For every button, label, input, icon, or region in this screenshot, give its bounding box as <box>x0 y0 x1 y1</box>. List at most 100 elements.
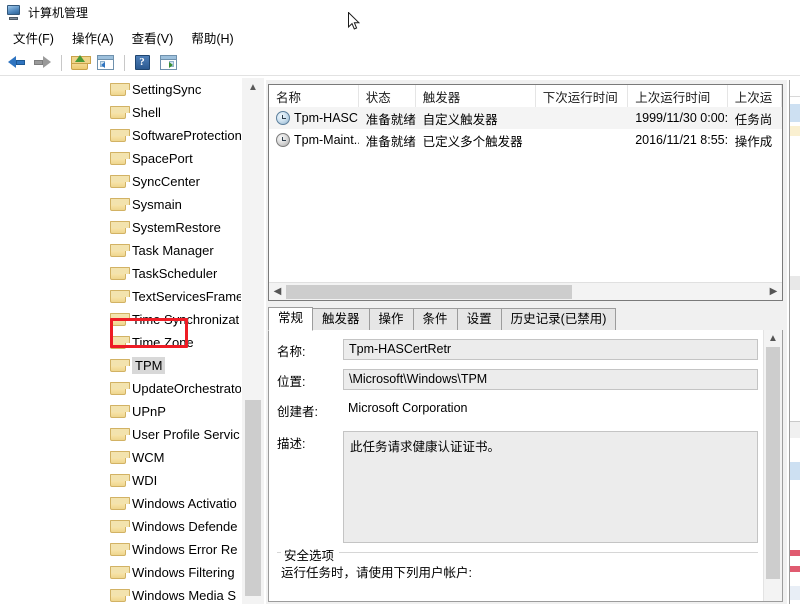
tree-item-label: Windows Activatio <box>132 496 237 511</box>
tab-5[interactable]: 历史记录(已禁用) <box>500 308 617 330</box>
forward-button[interactable] <box>30 52 54 74</box>
tree-item-settingsync[interactable]: SettingSync <box>0 78 242 101</box>
field-location-value: \Microsoft\Windows\TPM <box>343 369 758 390</box>
task-detail-body: 名称: Tpm-HASCertRetr 位置: \Microsoft\Windo… <box>268 330 783 602</box>
folder-icon <box>110 359 130 372</box>
tab-1[interactable]: 触发器 <box>312 308 370 330</box>
column-header-4[interactable]: 上次运行时间 <box>628 85 728 107</box>
column-header-5[interactable]: 上次运 <box>727 85 782 107</box>
back-button[interactable] <box>4 52 28 74</box>
task-list-horizontal-scrollbar[interactable]: ◀ ▶ <box>269 282 782 300</box>
task-list-header[interactable]: 名称 状态 触发器 下次运行时间 上次运行时间 上次运 <box>269 85 782 108</box>
tree-item-wcm[interactable]: WCM <box>0 446 242 469</box>
scroll-left-icon[interactable]: ◀ <box>269 284 286 300</box>
task-detail-scrollbar[interactable]: ▲ <box>763 330 782 601</box>
menu-file[interactable]: 文件(F) <box>4 26 63 49</box>
task-list-row[interactable]: Tpm-Maint... 准备就绪 已定义多个触发器 2016/11/21 8:55:… <box>269 129 782 151</box>
show-hide-console-tree-button[interactable] <box>93 52 117 74</box>
tree-item-label: TaskScheduler <box>132 266 218 281</box>
tree-item-sysmain[interactable]: Sysmain <box>0 193 242 216</box>
tree-item-synccenter[interactable]: SyncCenter <box>0 170 242 193</box>
actions-pane-item-3[interactable] <box>790 586 800 600</box>
tree-item-taskscheduler[interactable]: TaskScheduler <box>0 262 242 285</box>
menu-bar: 文件(F) 操作(A) 查看(V) 帮助(H) <box>0 26 800 48</box>
task-cell-last_run: 1999/11/30 0:00:00 <box>635 111 728 125</box>
toolbar: ? <box>0 50 800 76</box>
field-name-value[interactable]: Tpm-HASCertRetr <box>343 339 758 360</box>
up-one-level-button[interactable] <box>67 52 91 74</box>
tree-item-label: UpdateOrchestrato <box>132 381 242 396</box>
task-cell-trigger: 自定义触发器 <box>422 112 498 127</box>
tree-item-label: TextServicesFrame <box>132 289 242 304</box>
tree-item-label: Sysmain <box>132 197 182 212</box>
folder-icon <box>110 244 130 257</box>
tab-4[interactable]: 设置 <box>456 308 502 330</box>
tree-item-windows-error-re[interactable]: Windows Error Re <box>0 538 242 561</box>
folder-icon <box>110 83 130 96</box>
column-header-3[interactable]: 下次运行时间 <box>535 85 629 107</box>
task-list-row[interactable]: Tpm-HASC... 准备就绪自定义触发器 1999/11/30 0:00:00 任… <box>269 107 782 129</box>
folder-icon <box>110 382 130 395</box>
actions-pane-divider-1 <box>790 276 800 290</box>
tab-2[interactable]: 操作 <box>368 308 414 330</box>
field-description-value[interactable]: 此任务请求健康认证证书。 <box>343 431 758 543</box>
folder-icon <box>110 152 130 165</box>
tree-item-softwareprotection[interactable]: SoftwareProtection <box>0 124 242 147</box>
tab-3[interactable]: 条件 <box>412 308 458 330</box>
folder-icon <box>110 198 130 211</box>
console-tree-list[interactable]: SettingSync Shell SoftwareProtection SpaceP… <box>0 78 242 604</box>
actions-pane-selected-item-2[interactable] <box>790 462 800 480</box>
column-header-0[interactable]: 名称 <box>269 85 359 107</box>
task-list[interactable]: 名称状态触发器下次运行时间上次运行时间上次运 Tpm-HASC... 准备就绪自定… <box>268 84 783 301</box>
field-author-row: 创建者: Microsoft Corporation <box>277 399 758 422</box>
tree-item-label: Windows Filtering <box>132 565 235 580</box>
task-list-scroll-thumb[interactable] <box>286 284 572 299</box>
scroll-right-icon[interactable]: ▶ <box>765 284 782 300</box>
console-tree-scrollbar[interactable]: ▲ <box>241 78 264 604</box>
tree-item-user-profile-servic[interactable]: User Profile Servic <box>0 423 242 446</box>
tree-item-time-synchronizat[interactable]: Time Synchronizat <box>0 308 242 331</box>
task-detail-tabs[interactable]: 常规 触发器 操作 条件 设置 历史记录(已禁用) <box>268 307 783 331</box>
task-list-rows[interactable]: Tpm-HASC... 准备就绪自定义触发器 1999/11/30 0:00:00 任… <box>269 107 782 283</box>
task-cell-name: Tpm-HASC... <box>269 111 359 125</box>
tree-item-time-zone[interactable]: Time Zone <box>0 331 242 354</box>
up-one-level-icon <box>70 55 91 70</box>
actions-pane[interactable] <box>789 80 800 604</box>
folder-icon <box>110 290 130 303</box>
help-button[interactable]: ? <box>130 52 154 74</box>
tree-item-wdi[interactable]: WDI <box>0 469 242 492</box>
actions-pane-selected-item[interactable] <box>790 104 800 122</box>
tree-item-windows-filtering[interactable]: Windows Filtering <box>0 561 242 584</box>
detail-scroll-thumb[interactable] <box>766 347 780 579</box>
task-cell-last_result: 任务尚 <box>734 112 773 127</box>
tree-item-upnp[interactable]: UPnP <box>0 400 242 423</box>
scroll-up-icon[interactable]: ▲ <box>242 78 264 96</box>
tree-item-textservicesframe[interactable]: TextServicesFrame <box>0 285 242 308</box>
task-list-scroll-track[interactable] <box>286 284 765 300</box>
tab-0[interactable]: 常规 <box>268 307 314 331</box>
tree-item-label: Windows Media S <box>132 588 237 603</box>
tree-item-windows-defende[interactable]: Windows Defende <box>0 515 242 538</box>
tree-item-updateorchestrato[interactable]: UpdateOrchestrato <box>0 377 242 400</box>
column-header-2[interactable]: 触发器 <box>415 85 536 107</box>
tree-item-label: TPM <box>132 357 166 374</box>
tree-item-tpm[interactable]: TPM <box>0 354 242 377</box>
folder-icon <box>110 267 130 280</box>
tree-item-spaceport[interactable]: SpacePort <box>0 147 242 170</box>
tree-item-task-manager[interactable]: Task Manager <box>0 239 242 262</box>
tree-item-shell[interactable]: Shell <box>0 101 242 124</box>
detail-scroll-up-icon[interactable]: ▲ <box>764 330 782 346</box>
menu-view[interactable]: 查看(V) <box>123 26 183 49</box>
folder-icon <box>110 497 130 510</box>
tree-item-windows-activatio[interactable]: Windows Activatio <box>0 492 242 515</box>
show-hide-action-pane-button[interactable] <box>156 52 180 74</box>
field-name-row: 名称: Tpm-HASCertRetr <box>277 339 758 360</box>
menu-help[interactable]: 帮助(H) <box>182 26 242 49</box>
menu-action[interactable]: 操作(A) <box>63 26 123 49</box>
tree-item-label: Time Zone <box>132 335 194 350</box>
column-header-1[interactable]: 状态 <box>358 85 416 107</box>
console-tree-scroll-thumb[interactable] <box>245 400 261 596</box>
tree-item-systemrestore[interactable]: SystemRestore <box>0 216 242 239</box>
tree-item-windows-media-s[interactable]: Windows Media S <box>0 584 242 604</box>
task-cell-name: Tpm-Maint... <box>269 133 359 147</box>
